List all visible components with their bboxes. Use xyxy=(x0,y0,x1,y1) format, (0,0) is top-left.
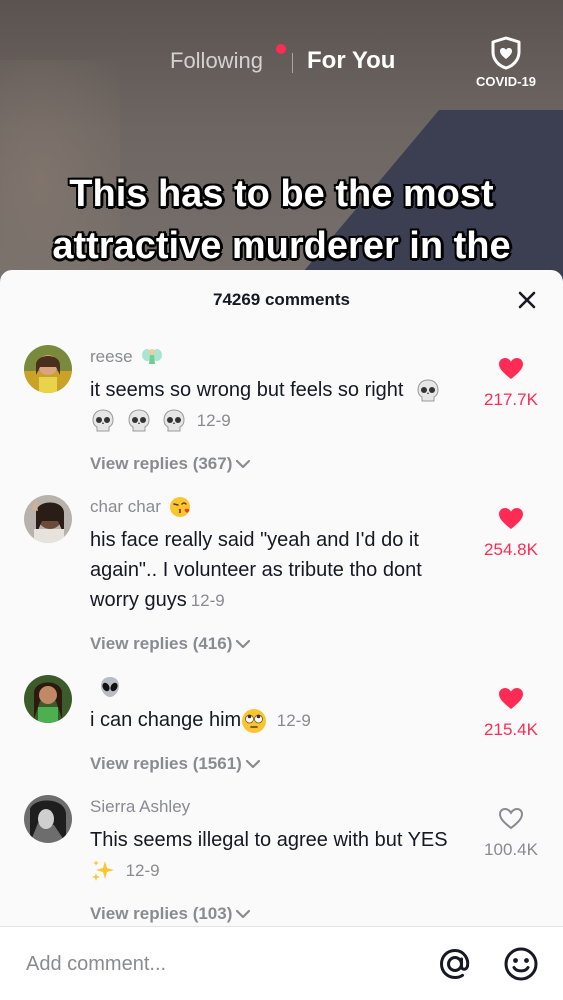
top-nav: Following For You COVID-19 xyxy=(0,36,563,89)
chevron-down-icon xyxy=(236,909,251,919)
comment-body: reese it seems so wrong but feels so rig… xyxy=(90,345,490,474)
tab-following[interactable]: Following xyxy=(170,48,263,74)
covid-button[interactable]: COVID-19 xyxy=(471,36,541,89)
like-count: 254.8K xyxy=(484,540,538,559)
alien-emoji-icon xyxy=(101,677,119,697)
notification-dot xyxy=(276,44,286,54)
comment-body: char char his face really said "yeah and… xyxy=(90,495,490,654)
view-replies-button[interactable]: View replies (416) xyxy=(90,634,490,654)
like-count: 217.7K xyxy=(484,390,538,409)
username-text: Sierra Ashley xyxy=(90,797,191,816)
comment-date: 12-9 xyxy=(196,411,231,430)
tab-for-you[interactable]: For You xyxy=(307,47,395,75)
caption-line-2: attractive murderer in the xyxy=(52,225,511,267)
covid-label: COVID-19 xyxy=(476,74,536,89)
view-replies-label: View replies (367) xyxy=(90,454,233,473)
like-count: 100.4K xyxy=(484,840,538,859)
sparkles-emoji-icon xyxy=(92,859,114,881)
chevron-down-icon xyxy=(236,639,251,649)
comment-text-content: his face really said "yeah and I'd do it… xyxy=(90,529,422,611)
like-button[interactable]: 254.8K xyxy=(471,507,551,560)
view-replies-label: View replies (416) xyxy=(90,634,233,653)
mention-at-icon[interactable] xyxy=(436,945,474,983)
shield-heart-icon xyxy=(491,36,521,70)
comment-username[interactable]: reese xyxy=(90,345,490,369)
heart-filled-icon xyxy=(499,358,523,379)
caption-line-1: This has to be the most xyxy=(69,173,494,215)
comment-date: 12-9 xyxy=(276,711,311,730)
view-replies-button[interactable]: View replies (103) xyxy=(90,904,490,924)
skull-emoji-icon xyxy=(417,379,439,402)
username-text: char char xyxy=(90,497,161,516)
view-replies-label: View replies (103) xyxy=(90,904,233,923)
like-count: 215.4K xyxy=(484,720,538,739)
comment-text: it seems so wrong but feels so right 12-… xyxy=(90,375,490,436)
comment-username[interactable]: Sierra Ashley xyxy=(90,795,490,819)
comment-text: This seems illegal to agree with but YES… xyxy=(90,825,490,886)
comment-text-content: This seems illegal to agree with but YES xyxy=(90,829,448,851)
comment-username[interactable]: char char xyxy=(90,495,490,519)
like-button[interactable]: 215.4K xyxy=(471,687,551,740)
kiss-face-emoji-icon xyxy=(169,497,190,517)
skull-emoji-icon xyxy=(128,409,150,432)
sheet-header: 74269 comments xyxy=(0,270,563,330)
chevron-down-icon xyxy=(236,459,251,469)
heart-filled-icon xyxy=(499,508,523,529)
comment-text: i can change him 12-9 xyxy=(90,705,490,736)
username-text: reese xyxy=(90,347,133,366)
skull-emoji-icon xyxy=(163,409,185,432)
avatar[interactable] xyxy=(24,675,72,723)
skull-emoji-icon xyxy=(92,409,114,432)
close-icon[interactable] xyxy=(515,288,539,312)
comment-body: Sierra Ashley This seems illegal to agre… xyxy=(90,795,490,924)
avatar[interactable] xyxy=(24,795,72,843)
nav-divider xyxy=(292,53,293,73)
comment-date: 12-9 xyxy=(125,861,160,880)
comment-date: 12-9 xyxy=(190,591,225,610)
like-button[interactable]: 100.4K xyxy=(471,807,551,860)
fairy-emoji-icon xyxy=(141,349,162,364)
comment-input-bar xyxy=(0,926,563,1000)
heart-outline-icon xyxy=(498,807,524,830)
eye-roll-emoji-icon xyxy=(242,708,267,733)
comment-text: his face really said "yeah and I'd do it… xyxy=(90,525,470,616)
view-replies-button[interactable]: View replies (367) xyxy=(90,454,490,474)
video-caption: This has to be the most attractive murde… xyxy=(0,168,563,272)
view-replies-button[interactable]: View replies (1561) xyxy=(90,754,490,774)
comment-text-content: i can change him xyxy=(90,709,242,731)
avatar[interactable] xyxy=(24,495,72,543)
comment-username[interactable] xyxy=(90,675,490,699)
like-button[interactable]: 217.7K xyxy=(471,357,551,410)
comment-body: i can change him 12-9 View replies (1561… xyxy=(90,675,490,774)
comment-count: 74269 comments xyxy=(212,290,351,309)
comment-input[interactable] xyxy=(26,949,406,979)
avatar[interactable] xyxy=(24,345,72,393)
heart-filled-icon xyxy=(499,688,523,709)
chevron-down-icon xyxy=(245,759,260,769)
comment-text-content: it seems so wrong but feels so right xyxy=(90,379,404,401)
emoji-picker-icon[interactable] xyxy=(502,945,540,983)
view-replies-label: View replies (1561) xyxy=(90,754,242,773)
comments-sheet: 74269 comments reese it seems so wrong b… xyxy=(0,270,563,1000)
